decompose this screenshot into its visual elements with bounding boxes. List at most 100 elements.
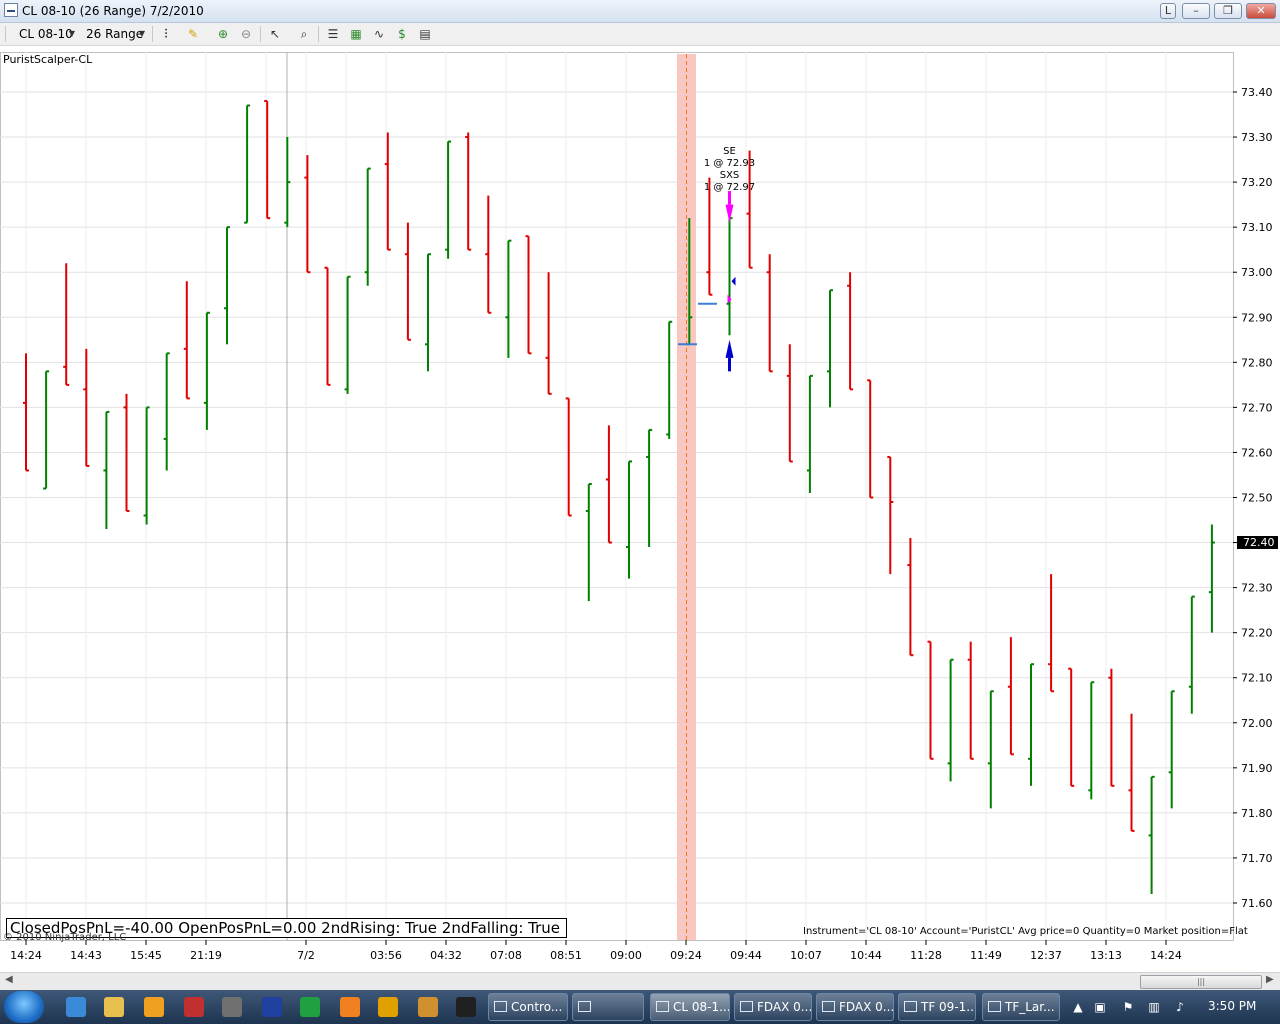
copyright-text: © 2010 NinjaTrader, LLC <box>3 932 127 943</box>
price-tick-label: 73.40 <box>1241 86 1273 99</box>
taskbar-item-fdax-1[interactable]: FDAX 0... <box>734 993 812 1021</box>
price-tick-label: 71.70 <box>1241 852 1273 865</box>
time-tick-label: 12:37 <box>1030 949 1062 962</box>
data-box-icon[interactable]: ▤ <box>417 26 433 42</box>
price-tick-label: 71.90 <box>1241 762 1273 775</box>
strategy-label: PuristScalper-CL <box>3 53 93 66</box>
scrollbar-thumb[interactable]: ||| <box>1140 975 1262 989</box>
pencil-draw-icon[interactable]: ✎ <box>185 26 201 42</box>
time-tick-label: 7/2 <box>297 949 315 962</box>
target-icon[interactable] <box>456 997 476 1017</box>
chart-toolbar: CL 08-10 ▼ 26 Range ▼ ⫶ ✎ ⊕ ⊖ ↖ ⌕ ☰ ▦ ∿ … <box>0 23 1280 46</box>
price-tick-label: 72.30 <box>1241 582 1273 595</box>
time-tick-label: 11:28 <box>910 949 942 962</box>
time-tick-label: 21:19 <box>190 949 222 962</box>
vlc-icon[interactable] <box>340 997 360 1017</box>
price-tick-label: 73.00 <box>1241 266 1273 279</box>
time-tick-label: 09:44 <box>730 949 762 962</box>
time-tick-label: 10:07 <box>790 949 822 962</box>
media-player-icon[interactable] <box>144 997 164 1017</box>
horizontal-scrollbar[interactable]: ◀ ||| ▶ <box>0 972 1280 990</box>
time-tick-label: 15:45 <box>130 949 162 962</box>
instrument-selector[interactable]: CL 08-10 <box>19 27 73 41</box>
chart-area[interactable]: 73.40 73.30 73.20 73.10 73.00 72.90 72.80 72.70… <box>0 46 1280 970</box>
windows-taskbar: Contro... CL 08-1... FDAX 0... FDAX 0...… <box>0 990 1280 1024</box>
time-tick-label: 04:32 <box>430 949 462 962</box>
price-tick-label: 72.00 <box>1241 717 1273 730</box>
folder-icon[interactable] <box>104 997 124 1017</box>
zoom-in-icon[interactable]: ⊕ <box>215 26 231 42</box>
camera-icon[interactable] <box>222 997 242 1017</box>
magnify-icon[interactable]: ⌕ <box>296 26 312 42</box>
messenger-icon[interactable] <box>378 997 398 1017</box>
time-tick-label: 11:49 <box>970 949 1002 962</box>
volume-icon[interactable]: ♪ <box>1172 999 1188 1015</box>
cursor-pointer-icon[interactable]: ↖ <box>267 26 283 42</box>
tray-expand-icon[interactable]: ▲ <box>1070 999 1086 1015</box>
time-tick-label: 08:51 <box>550 949 582 962</box>
window-title: CL 08-10 (26 Range) 7/2/2010 <box>22 4 204 18</box>
chevron-down-icon[interactable]: ▼ <box>137 26 147 42</box>
strategies-icon[interactable]: ▦ <box>348 26 364 42</box>
price-tick-label: 72.70 <box>1241 401 1273 414</box>
price-tick-label: 73.10 <box>1241 221 1273 234</box>
start-button[interactable] <box>4 991 44 1023</box>
time-tick-label: 09:24 <box>670 949 702 962</box>
taskbar-item-fdax-2[interactable]: FDAX 0... <box>816 993 894 1021</box>
chevron-down-icon[interactable]: ▼ <box>67 26 77 42</box>
chart-app-icon <box>4 3 18 17</box>
taskbar-item-tf-large[interactable]: TF_Lar... <box>982 993 1060 1021</box>
time-tick-label: 10:44 <box>850 949 882 962</box>
dollar-icon[interactable]: $ <box>394 26 410 42</box>
network-icon[interactable] <box>262 997 282 1017</box>
time-tick-label: 07:08 <box>490 949 522 962</box>
scroll-right-icon[interactable]: ▶ <box>1266 974 1274 985</box>
window-icon <box>656 1001 669 1012</box>
price-tick-label: 71.80 <box>1241 807 1273 820</box>
window-titlebar: CL 08-10 (26 Range) 7/2/2010 L – ❐ ✕ <box>0 0 1280 23</box>
flag-icon[interactable]: ⚑ <box>1120 999 1136 1015</box>
window-icon <box>494 1001 507 1012</box>
window-icon <box>578 1001 591 1012</box>
price-chart[interactable]: 73.40 73.30 73.20 73.10 73.00 72.90 72.80 72.70… <box>0 46 1280 970</box>
project-icon[interactable] <box>300 997 320 1017</box>
scroll-left-icon[interactable]: ◀ <box>5 974 13 985</box>
time-tick-label: 13:13 <box>1090 949 1122 962</box>
bar-type-icon[interactable]: ⫶ <box>158 26 174 42</box>
price-tick-label: 72.80 <box>1241 356 1273 369</box>
plot-frame <box>0 52 1234 941</box>
buy-arrow-stem <box>728 357 731 372</box>
clock[interactable]: 3:50 PM <box>1208 999 1256 1013</box>
price-tick-label: 72.60 <box>1241 446 1273 459</box>
price-tick-label: 72.50 <box>1241 492 1273 505</box>
properties-icon[interactable]: ☰ <box>325 26 341 42</box>
sell-arrow-stem <box>728 191 731 205</box>
close-button[interactable]: ✕ <box>1246 3 1276 19</box>
current-price-tag: 72.40 <box>1237 536 1278 549</box>
window-icon <box>988 1001 1001 1012</box>
link-button[interactable]: L <box>1160 3 1176 19</box>
interval-selector[interactable]: 26 Range <box>86 27 143 41</box>
taskbar-item-chart[interactable] <box>572 993 644 1021</box>
trade-annotation-line: SXS <box>720 170 740 181</box>
taskbar-item-cl-chart[interactable]: CL 08-1... <box>650 993 730 1021</box>
app-icon[interactable] <box>184 997 204 1017</box>
taskbar-item-tf[interactable]: TF 09-1... <box>898 993 976 1021</box>
toolbar-separator <box>152 26 153 42</box>
window-icon <box>904 1001 917 1012</box>
trade-annotation-line: 1 @ 72.97 <box>704 182 755 193</box>
taskbar-item-control-center[interactable]: Contro... <box>488 993 568 1021</box>
toolbar-grip <box>5 26 6 42</box>
time-tick-label: 03:56 <box>370 949 402 962</box>
tray-app-icon[interactable]: ▣ <box>1092 999 1108 1015</box>
network-tray-icon[interactable]: ▥ <box>1146 999 1162 1015</box>
indicators-icon[interactable]: ∿ <box>371 26 387 42</box>
maximize-button[interactable]: ❐ <box>1214 3 1242 19</box>
ie-icon[interactable] <box>66 997 86 1017</box>
zoom-out-icon[interactable]: ⊖ <box>238 26 254 42</box>
tools-icon[interactable] <box>418 997 438 1017</box>
minimize-button[interactable]: – <box>1182 3 1210 19</box>
time-tick-label: 14:43 <box>70 949 102 962</box>
price-tick-label: 72.90 <box>1241 311 1273 324</box>
toolbar-separator <box>260 26 261 42</box>
